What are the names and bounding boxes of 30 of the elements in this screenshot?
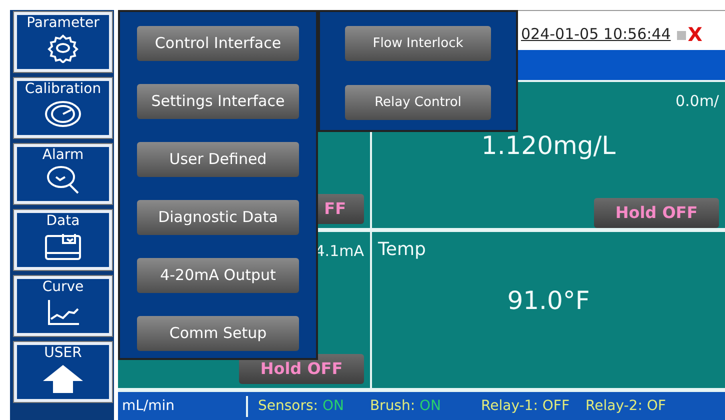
measured-value: 91.0°F [506, 285, 591, 317]
menu-button[interactable]: Control Interface [137, 26, 299, 61]
hold-button[interactable]: Hold OFF [594, 198, 719, 228]
menu-button[interactable]: Settings Interface [137, 84, 299, 119]
measured-value: 1.120mg/L [480, 130, 617, 162]
submenu-button[interactable]: Flow Interlock [345, 26, 491, 61]
sidebar-button[interactable]: Curve [14, 276, 112, 336]
square-icon [676, 31, 686, 40]
date-time: 024-01-05 10:56:44 [521, 24, 671, 45]
flow-rate: mL/min [118, 396, 248, 416]
status-item: Sensors: ON [258, 396, 344, 416]
menu-button[interactable]: Comm Setup [137, 316, 299, 351]
dial-icon [43, 98, 83, 129]
close-button[interactable]: X [688, 21, 702, 50]
status-item: Relay-1: OFF [481, 396, 570, 416]
status-item: Brush: ON [370, 396, 442, 416]
current-reading: 4.1mA [315, 241, 364, 262]
panel-title: Temp [378, 238, 426, 262]
current-reading: 0.0m/ [675, 91, 719, 112]
house-icon [41, 362, 85, 395]
menu-button[interactable]: Diagnostic Data [137, 200, 299, 235]
submenu-button[interactable]: Relay Control [345, 85, 491, 120]
sidebar-button[interactable]: USER [14, 342, 112, 402]
status-item: Relay-2: OF [586, 396, 666, 416]
sidebar-button[interactable]: Parameter [14, 12, 112, 72]
sidebar-button[interactable]: Alarm [14, 144, 112, 204]
sidebar-button[interactable]: Data [14, 210, 112, 270]
sidebar-button[interactable]: Calibration [14, 78, 112, 138]
menu-button[interactable]: User Defined [137, 142, 299, 177]
menu-button[interactable]: 4-20mA Output [137, 258, 299, 293]
